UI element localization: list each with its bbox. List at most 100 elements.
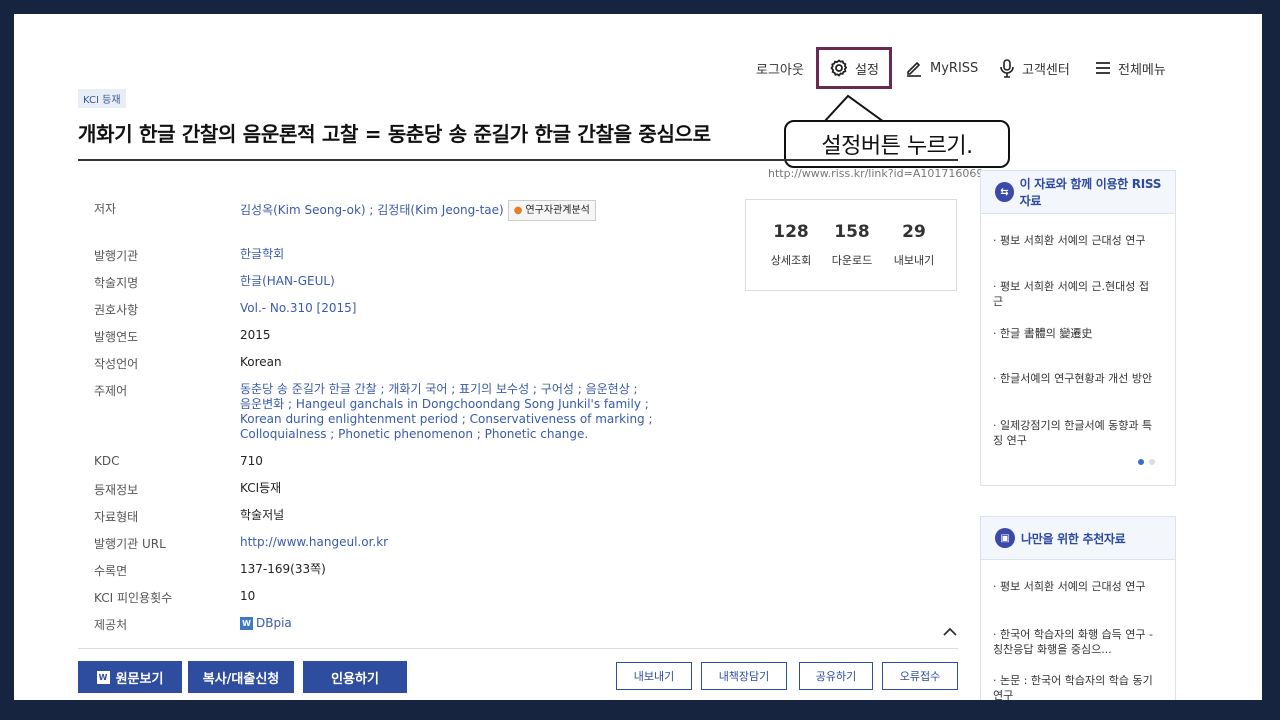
provider-link[interactable]: W DBpia xyxy=(240,616,292,633)
recommended-title: 나만을 위한 추천자료 xyxy=(1021,531,1126,546)
recommended-item[interactable]: · 평보 서희환 서예의 근대성 연구 xyxy=(993,579,1153,594)
customer-center-link[interactable]: 고객센터 xyxy=(998,48,1070,88)
meta-row-registration: 등재정보 KCI등재 xyxy=(94,481,674,498)
related-item[interactable]: · 한글서예의 연구현황과 개선 방안 xyxy=(993,371,1153,386)
meta-row-journal: 학술지명 한글(HAN-GEUL) xyxy=(94,274,674,291)
full-menu-label: 전체메뉴 xyxy=(1118,62,1166,78)
related-item[interactable]: · 평보 서희환 서예의 근.현대성 접근 xyxy=(993,279,1153,309)
journal-value[interactable]: 한글(HAN-GEUL) xyxy=(240,274,335,291)
keywords-line: 음운변화 ; Hangeul ganchals in Dongchoondang… xyxy=(240,397,649,411)
carousel-dot[interactable] xyxy=(1149,459,1155,465)
article-title: 개화기 한글 간찰의 음운론적 고찰 = 동춘당 송 준길가 한글 간찰을 중심… xyxy=(78,122,711,146)
meta-row-publisher: 발행기관 한글학회 xyxy=(94,247,674,264)
customer-center-label: 고객센터 xyxy=(1022,62,1070,78)
registration-label: 등재정보 xyxy=(94,483,139,497)
stat-exports: 29 내보내기 xyxy=(879,222,949,268)
stat-downloads: 158 다운로드 xyxy=(817,222,887,268)
kdc-label: KDC xyxy=(94,454,120,468)
language-label: 작성언어 xyxy=(94,357,139,371)
meta-row-kdc: KDC 710 xyxy=(94,454,674,469)
export-button[interactable]: 내보내기 xyxy=(616,662,692,690)
volume-label: 권호사항 xyxy=(94,303,139,317)
myriss-label: MyRISS xyxy=(930,60,979,76)
author-value[interactable]: 김성옥(Kim Seong-ok) ; 김정태(Kim Jeong-tae) xyxy=(240,203,504,217)
carousel-pagination xyxy=(1138,459,1155,465)
researcher-analysis-button[interactable]: ● 연구자관계분석 xyxy=(507,200,596,221)
journal-label: 학술지명 xyxy=(94,276,139,290)
add-bookshelf-button[interactable]: 내책장담기 xyxy=(701,662,787,690)
related-items-icon: ⇆ xyxy=(995,182,1014,202)
pages-label: 수록면 xyxy=(94,564,128,578)
citations-value: 10 xyxy=(240,589,256,603)
keywords-value[interactable]: 동춘당 송 준길가 한글 간찰 ; 개화기 국어 ; 표기의 보수성 ; 구어성… xyxy=(240,382,653,442)
type-value: 학술저널 xyxy=(240,508,285,522)
meta-row-pages: 수록면 137-169(33쪽) xyxy=(94,562,674,579)
cite-button[interactable]: 인용하기 xyxy=(303,661,407,693)
publisher-url-value[interactable]: http://www.hangeul.or.kr xyxy=(240,535,388,552)
share-button[interactable]: 공유하기 xyxy=(799,662,873,690)
myriss-link[interactable]: MyRISS xyxy=(904,48,978,88)
researcher-analysis-label: 연구자관계분석 xyxy=(525,205,590,216)
callout-text: 설정버튼 누르기. xyxy=(821,134,973,159)
publisher-value[interactable]: 한글학회 xyxy=(240,247,284,264)
keywords-line: Colloquialness ; Phonetic phenomenon ; P… xyxy=(240,427,589,441)
meta-row-provider: 제공처 W DBpia xyxy=(94,616,674,633)
dbpia-icon: W xyxy=(96,670,110,684)
exports-label: 내보내기 xyxy=(893,254,935,267)
report-error-button[interactable]: 오류접수 xyxy=(882,662,958,690)
person-icon: ● xyxy=(513,205,523,216)
recommended-header: ▣ 나만을 위한 추천자료 xyxy=(981,517,1175,560)
downloads-label: 다운로드 xyxy=(831,254,873,267)
year-value: 2015 xyxy=(240,328,271,342)
full-menu-link[interactable]: 전체메뉴 xyxy=(1094,48,1166,88)
book-icon: ▣ xyxy=(995,528,1015,548)
publisher-url-label: 발행기관 URL xyxy=(94,537,166,551)
top-nav: 로그아웃 설정 MyRISS 고객센터 전체메뉴 xyxy=(14,47,1262,89)
meta-row-volume: 권호사항 Vol.- No.310 [2015] xyxy=(94,301,674,318)
year-label: 발행연도 xyxy=(94,330,139,344)
meta-row-language: 작성언어 Korean xyxy=(94,355,674,372)
provider-value: DBpia xyxy=(256,616,292,630)
kdc-value: 710 xyxy=(240,454,263,468)
views-count: 128 xyxy=(773,222,809,242)
microphone-icon xyxy=(998,58,1016,78)
related-item[interactable]: · 한글 書體의 變遷史 xyxy=(993,326,1153,341)
carousel-dot-active[interactable] xyxy=(1138,459,1144,465)
downloads-count: 158 xyxy=(834,222,870,242)
related-riss-title: 이 자료와 함께 이용한 RISS 자료 xyxy=(1019,177,1162,208)
usage-stats: 128 상세조회 158 다운로드 29 내보내기 xyxy=(745,199,957,291)
chevron-up-icon[interactable] xyxy=(942,626,958,638)
hamburger-menu-icon xyxy=(1094,59,1112,77)
volume-value[interactable]: Vol.- No.310 [2015] xyxy=(240,301,356,318)
related-riss-panel: ⇆ 이 자료와 함께 이용한 RISS 자료 · 평보 서희환 서예의 근대성 연… xyxy=(980,170,1176,486)
related-item[interactable]: · 일제강점기의 한글서예 동향과 특징 연구 xyxy=(993,418,1153,448)
view-original-button[interactable]: W 원문보기 xyxy=(78,661,182,693)
meta-row-citations: KCI 피인용횟수 10 xyxy=(94,589,674,606)
meta-row-keywords: 주제어 동춘당 송 준길가 한글 간찰 ; 개화기 국어 ; 표기의 보수성 ;… xyxy=(94,382,674,442)
recommended-item[interactable]: · 한국어 학습자의 화행 습득 연구 - 칭찬응답 화행을 중심으... xyxy=(993,627,1153,657)
recommended-item[interactable]: · 논문 : 한국어 학습자의 학습 동기 연구 xyxy=(993,673,1153,700)
publisher-label: 발행기관 xyxy=(94,249,139,263)
pages-value: 137-169(33쪽) xyxy=(240,562,326,576)
registration-value: KCI등재 xyxy=(240,481,282,495)
related-item[interactable]: · 평보 서희환 서예의 근대성 연구 xyxy=(993,233,1153,248)
language-value: Korean xyxy=(240,355,282,369)
keywords-line: 동춘당 송 준길가 한글 간찰 ; 개화기 국어 ; 표기의 보수성 ; 구어성… xyxy=(240,382,638,396)
logout-link[interactable]: 로그아웃 xyxy=(756,48,804,88)
bottom-divider xyxy=(78,648,958,649)
permalink[interactable]: http://www.riss.kr/link?id=A101716069 xyxy=(768,167,983,180)
author-label: 저자 xyxy=(94,202,117,216)
title-divider xyxy=(78,159,958,161)
gear-icon xyxy=(829,58,849,78)
pencil-icon xyxy=(904,58,924,78)
provider-label: 제공처 xyxy=(94,618,128,632)
meta-row-author: 저자 김성옥(Kim Seong-ok) ; 김정태(Kim Jeong-tae… xyxy=(94,200,674,221)
dbpia-icon: W xyxy=(240,617,253,630)
copy-loan-button[interactable]: 복사/대출신청 xyxy=(188,661,294,693)
keywords-label: 주제어 xyxy=(94,384,128,398)
settings-label: 설정 xyxy=(855,62,879,78)
type-label: 자료형태 xyxy=(94,510,139,524)
settings-button[interactable]: 설정 xyxy=(816,47,892,89)
page: 로그아웃 설정 MyRISS 고객센터 전체메뉴 설정버튼 누르기. KCI 등… xyxy=(14,14,1262,700)
stat-views: 128 상세조회 xyxy=(756,222,826,268)
